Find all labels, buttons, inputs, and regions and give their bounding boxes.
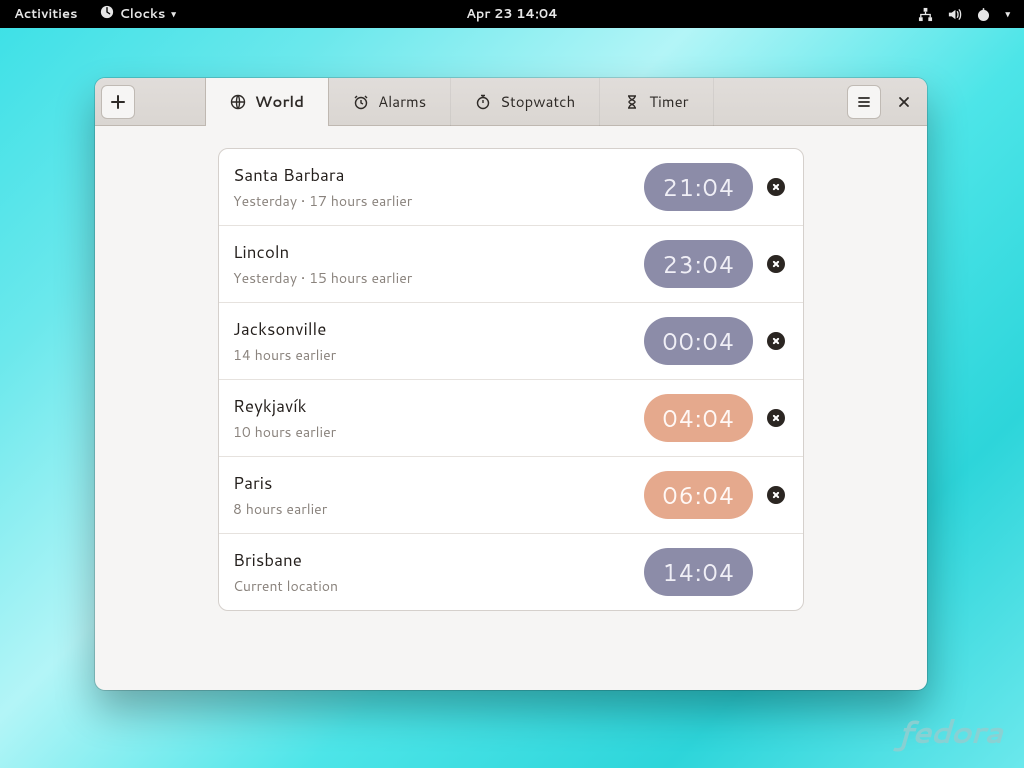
close-icon [896, 94, 912, 110]
tab-alarms-label: Alarms [378, 91, 426, 112]
clock-row[interactable]: Jacksonville 14 hours earlier 00:04 [219, 303, 803, 380]
app-menu-label: Clocks [120, 5, 166, 23]
clock-icon [100, 5, 114, 24]
tab-timer[interactable]: Timer [600, 78, 713, 126]
delete-placeholder [767, 563, 785, 581]
clock-time-pill: 23:04 [644, 240, 753, 288]
power-icon[interactable] [976, 7, 991, 22]
fedora-logo: fedora [876, 709, 1002, 754]
delete-clock-button[interactable] [767, 486, 785, 504]
clock-subtitle: Yesterday • 15 hours earlier [233, 268, 630, 288]
content-area: Santa Barbara Yesterday • 17 hours earli… [95, 126, 927, 690]
tab-stopwatch[interactable]: Stopwatch [451, 78, 600, 126]
gnome-top-bar: Activities Clocks ▾ Apr 23 14:04 ▾ [0, 0, 1024, 28]
add-clock-button[interactable] [101, 85, 135, 119]
clock-info: Jacksonville 14 hours earlier [233, 317, 630, 365]
tab-alarms[interactable]: Alarms [329, 78, 451, 126]
clock-row[interactable]: Brisbane Current location 14:04 [219, 534, 803, 610]
view-switcher: World Alarms Stopwatch Timer [205, 78, 714, 126]
plus-icon [110, 94, 126, 110]
network-icon[interactable] [918, 7, 933, 22]
volume-icon[interactable] [947, 7, 962, 22]
clock-city: Brisbane [233, 548, 630, 572]
app-menu[interactable]: Clocks ▾ [100, 5, 176, 24]
chevron-down-icon: ▾ [1005, 7, 1010, 20]
hourglass-icon [624, 94, 640, 110]
clock-city: Jacksonville [233, 317, 630, 341]
topbar-datetime[interactable]: Apr 23 14:04 [466, 5, 558, 23]
clock-subtitle: 14 hours earlier [233, 345, 630, 365]
clock-city: Santa Barbara [233, 163, 630, 187]
hamburger-menu-button[interactable] [847, 85, 881, 119]
clock-info: Paris 8 hours earlier [233, 471, 630, 519]
tab-timer-label: Timer [649, 91, 688, 112]
clock-row[interactable]: Lincoln Yesterday • 15 hours earlier 23:… [219, 226, 803, 303]
clock-time-pill: 21:04 [644, 163, 753, 211]
clock-time-pill: 04:04 [644, 394, 753, 442]
clock-info: Reykjavík 10 hours earlier [233, 394, 630, 442]
clocks-window: World Alarms Stopwatch Timer [95, 78, 927, 690]
clock-subtitle: Yesterday • 17 hours earlier [233, 191, 630, 211]
globe-icon [230, 94, 246, 110]
headerbar: World Alarms Stopwatch Timer [95, 78, 927, 126]
clock-subtitle: 10 hours earlier [233, 422, 630, 442]
clock-time-pill: 14:04 [644, 548, 753, 596]
clock-city: Paris [233, 471, 630, 495]
clock-row[interactable]: Reykjavík 10 hours earlier 04:04 [219, 380, 803, 457]
world-clock-list: Santa Barbara Yesterday • 17 hours earli… [218, 148, 804, 611]
clock-city: Lincoln [233, 240, 630, 264]
delete-clock-button[interactable] [767, 178, 785, 196]
delete-clock-button[interactable] [767, 332, 785, 350]
tab-world-label: World [255, 91, 304, 112]
clock-row[interactable]: Santa Barbara Yesterday • 17 hours earli… [219, 149, 803, 226]
delete-clock-button[interactable] [767, 255, 785, 273]
clock-info: Lincoln Yesterday • 15 hours earlier [233, 240, 630, 288]
clock-info: Santa Barbara Yesterday • 17 hours earli… [233, 163, 630, 211]
hamburger-icon [856, 94, 872, 110]
clock-row[interactable]: Paris 8 hours earlier 06:04 [219, 457, 803, 534]
tab-stopwatch-label: Stopwatch [500, 91, 575, 112]
clock-time-pill: 06:04 [644, 471, 753, 519]
clock-time-pill: 00:04 [644, 317, 753, 365]
alarm-icon [353, 94, 369, 110]
close-window-button[interactable] [887, 85, 921, 119]
clock-subtitle: 8 hours earlier [233, 499, 630, 519]
clock-info: Brisbane Current location [233, 548, 630, 596]
stopwatch-icon [475, 94, 491, 110]
activities-button[interactable]: Activities [14, 5, 78, 23]
clock-subtitle: Current location [233, 576, 630, 596]
tab-world[interactable]: World [205, 78, 329, 126]
delete-clock-button[interactable] [767, 409, 785, 427]
chevron-down-icon: ▾ [171, 7, 176, 20]
clock-city: Reykjavík [233, 394, 630, 418]
